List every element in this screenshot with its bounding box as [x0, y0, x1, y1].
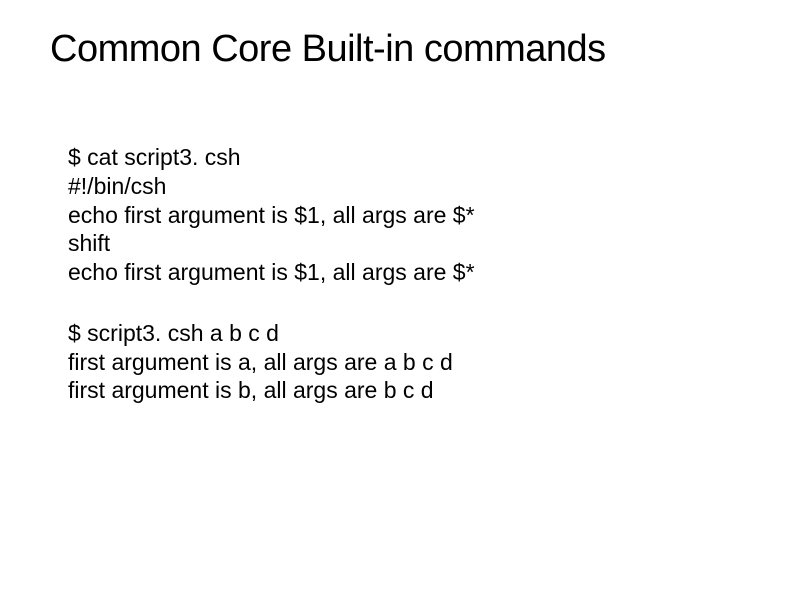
code-line: first argument is b, all args are b c d	[68, 376, 744, 405]
code-line: $ script3. csh a b c d	[68, 319, 744, 348]
code-block-2: $ script3. csh a b c d first argument is…	[68, 319, 744, 405]
code-line: echo first argument is $1, all args are …	[68, 258, 744, 287]
code-line: shift	[68, 229, 744, 258]
code-line: $ cat script3. csh	[68, 143, 744, 172]
code-block-1: $ cat script3. csh #!/bin/csh echo first…	[68, 143, 744, 287]
code-line: first argument is a, all args are a b c …	[68, 348, 744, 377]
slide-title: Common Core Built-in commands	[50, 28, 744, 71]
code-line: #!/bin/csh	[68, 172, 744, 201]
code-line: echo first argument is $1, all args are …	[68, 201, 744, 230]
